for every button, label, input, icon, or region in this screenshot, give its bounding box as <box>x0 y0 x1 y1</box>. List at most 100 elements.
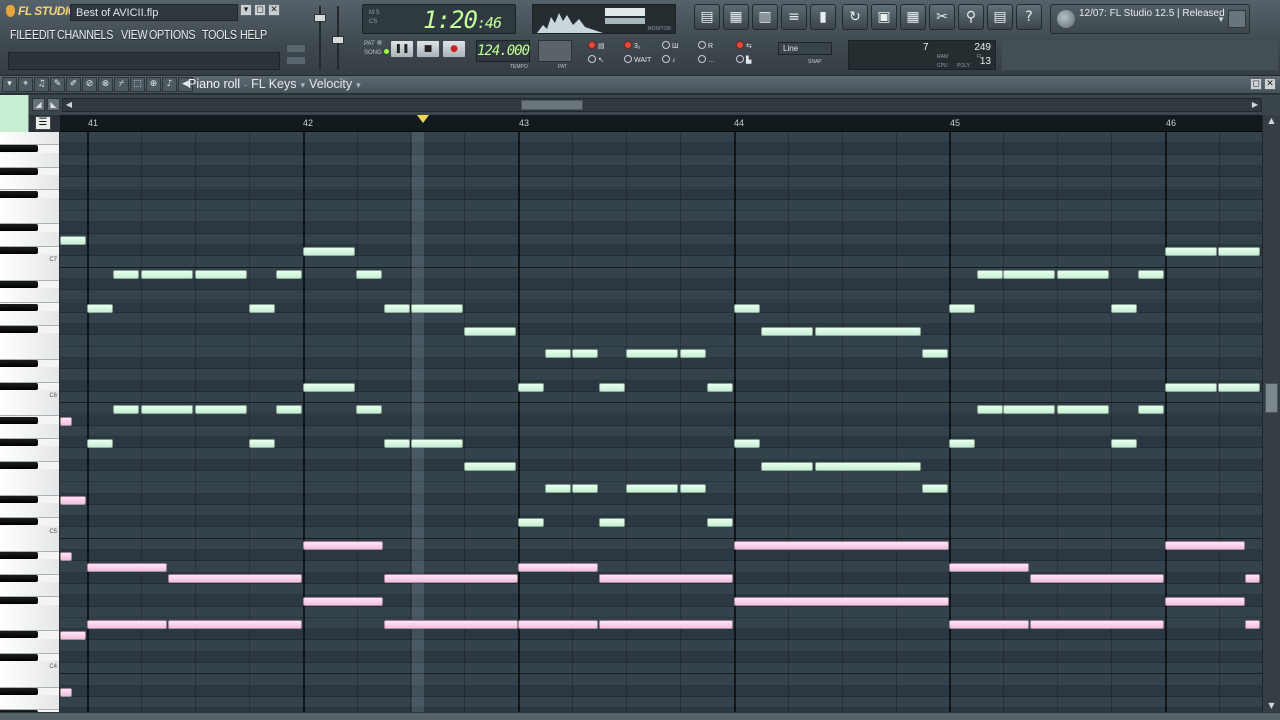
playlist-icon[interactable]: ▤ <box>694 4 720 30</box>
midi-note[interactable] <box>1003 405 1055 414</box>
midi-note[interactable] <box>87 439 113 448</box>
midi-note[interactable] <box>734 304 760 313</box>
midi-note[interactable] <box>276 405 302 414</box>
midi-note[interactable] <box>113 405 139 414</box>
mute-icon[interactable]: ⊗ <box>98 77 113 92</box>
white-key[interactable] <box>0 559 59 575</box>
loop-record-toggle[interactable]: ⇆ <box>736 41 752 50</box>
menu-edit[interactable]: EDIT <box>32 27 56 42</box>
midi-note[interactable] <box>1111 439 1137 448</box>
midi-note[interactable] <box>87 563 167 572</box>
white-key[interactable] <box>0 480 59 496</box>
song-position-display[interactable]: M:S CS 1:20:46 <box>362 4 516 34</box>
detach-icon[interactable]: ◻ <box>1250 78 1262 90</box>
midi-note[interactable] <box>545 484 571 493</box>
midi-note[interactable] <box>707 518 733 527</box>
midi-note[interactable] <box>1138 405 1164 414</box>
midi-note[interactable] <box>1218 383 1260 392</box>
news-open-button[interactable] <box>1228 10 1246 28</box>
white-key[interactable] <box>0 423 59 440</box>
typing-keyboard-toggle[interactable]: Ш <box>662 41 678 50</box>
midi-note[interactable] <box>384 574 518 583</box>
midi-note[interactable] <box>599 574 733 583</box>
black-key[interactable] <box>0 360 38 367</box>
paint-icon[interactable]: ✐ <box>66 77 81 92</box>
midi-note[interactable] <box>1165 247 1217 256</box>
white-key[interactable] <box>0 209 59 225</box>
black-key[interactable] <box>0 597 38 605</box>
white-key[interactable] <box>0 367 59 383</box>
midi-note[interactable] <box>356 405 382 414</box>
piano-keyboard[interactable]: C7 C6 C5 C4 <box>0 132 60 712</box>
white-key[interactable] <box>0 231 59 247</box>
white-key[interactable] <box>0 152 59 168</box>
midi-note[interactable] <box>113 270 139 279</box>
notes-icon[interactable]: ▤ <box>987 4 1013 30</box>
snap-select[interactable]: Line <box>778 42 832 55</box>
midi-note[interactable] <box>168 574 302 583</box>
midi-note[interactable] <box>626 349 678 358</box>
midi-note[interactable] <box>141 270 193 279</box>
white-key[interactable] <box>0 344 59 360</box>
piano-roll-icon[interactable]: ▥ <box>752 4 778 30</box>
help-icon[interactable]: ? <box>1016 4 1042 30</box>
menu-channels[interactable]: CHANNELS <box>57 27 113 42</box>
midi-note[interactable] <box>384 439 410 448</box>
black-key[interactable] <box>0 224 38 232</box>
black-key[interactable] <box>0 552 38 560</box>
midi-note[interactable] <box>1111 304 1137 313</box>
black-key[interactable] <box>0 574 38 582</box>
midi-note[interactable] <box>1057 270 1109 279</box>
horizontal-scrollbar[interactable]: ◀ ▶ <box>62 98 1262 112</box>
black-key[interactable] <box>0 326 38 334</box>
midi-note[interactable] <box>464 327 516 336</box>
midi-note[interactable] <box>518 620 598 629</box>
export-icon[interactable]: ▦ <box>900 4 926 30</box>
record-button[interactable]: ● <box>442 40 466 58</box>
midi-note[interactable] <box>249 439 275 448</box>
restore-icon[interactable]: ◻ <box>254 4 266 16</box>
black-key[interactable] <box>0 461 38 469</box>
midi-note[interactable] <box>1165 383 1217 392</box>
magnet-icon[interactable]: ⌖ <box>18 77 33 92</box>
master-pitch-slider[interactable] <box>330 6 346 70</box>
midi-note[interactable] <box>599 518 625 527</box>
midi-note[interactable] <box>249 304 275 313</box>
midi-note[interactable] <box>761 462 813 471</box>
pause-button[interactable]: ❚❚ <box>390 40 414 58</box>
midi-note[interactable] <box>60 552 72 561</box>
recording-filter-toggle[interactable]: R <box>698 41 713 50</box>
midi-note[interactable] <box>545 349 571 358</box>
bar-ruler[interactable]: 41 42 43 44 45 46 <box>60 115 1262 132</box>
punch-toggle[interactable]: ▙ <box>736 55 751 64</box>
midi-note[interactable] <box>168 620 302 629</box>
scroll-down-icon[interactable]: ▼ <box>1265 700 1278 712</box>
midi-note[interactable] <box>1218 247 1260 256</box>
tempo-display[interactable]: 124.000 <box>476 40 530 62</box>
search-icon[interactable]: ⚲ <box>958 4 984 30</box>
browser-icon[interactable]: ≡ <box>781 4 807 30</box>
midi-note[interactable] <box>922 349 948 358</box>
menu-view[interactable]: VIEW <box>121 27 148 42</box>
scroll-up-icon[interactable]: ▲ <box>1265 115 1278 127</box>
minimize-icon[interactable]: ▾ <box>240 4 252 16</box>
multilink-toggle[interactable]: … <box>698 55 715 64</box>
white-key[interactable] <box>0 582 59 598</box>
event-param-select[interactable]: Velocity <box>309 77 352 91</box>
midi-note[interactable] <box>680 349 706 358</box>
playhead-marker[interactable] <box>417 115 429 123</box>
midi-note[interactable] <box>60 631 86 640</box>
midi-note[interactable] <box>1165 541 1245 550</box>
black-key[interactable] <box>0 167 38 175</box>
black-key[interactable] <box>0 382 38 390</box>
midi-note[interactable] <box>572 484 598 493</box>
piano-roll-target[interactable]: FL Keys <box>251 77 296 91</box>
white-key[interactable] <box>0 401 59 417</box>
black-key[interactable] <box>0 439 38 447</box>
black-key[interactable] <box>0 303 38 311</box>
menu-arrow-icon[interactable]: ▾ <box>2 77 17 92</box>
midi-note[interactable] <box>815 327 921 336</box>
midi-note[interactable] <box>734 439 760 448</box>
midi-note[interactable] <box>60 496 86 505</box>
white-key[interactable] <box>0 132 59 146</box>
